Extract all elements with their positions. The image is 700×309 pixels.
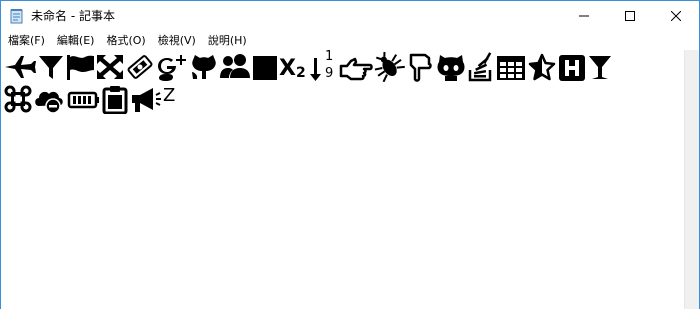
minimize-button[interactable] — [561, 1, 607, 31]
star-half-icon — [527, 52, 557, 82]
google-plus-icon — [155, 52, 189, 82]
stack-overflow-icon — [467, 52, 495, 82]
table-icon — [495, 52, 527, 82]
vertical-scrollbar[interactable] — [684, 50, 699, 309]
maximize-icon — [625, 11, 635, 21]
glyph-line-2: Z — [3, 82, 175, 114]
sort-numeric-down-icon: 1 9 — [309, 49, 339, 82]
flag-icon — [65, 52, 95, 82]
menu-file[interactable]: 檔案(F) — [1, 31, 50, 50]
clipboard-icon — [101, 84, 129, 114]
plane-icon — [3, 52, 37, 82]
hospital-h-icon — [557, 52, 587, 82]
sort-top-digit: 1 — [325, 49, 334, 64]
minimize-icon — [579, 15, 589, 17]
glyph-line-1: X2 1 9 — [3, 50, 613, 82]
menu-view[interactable]: 檢視(V) — [151, 31, 201, 50]
close-icon — [671, 11, 681, 21]
subscript-icon: X2 — [279, 52, 309, 82]
users-icon — [219, 52, 251, 82]
filter-icon — [37, 52, 65, 82]
maximize-button[interactable] — [607, 1, 653, 31]
hand-point-right-icon — [339, 52, 373, 82]
subscript-2: 2 — [295, 65, 306, 81]
ticket-icon — [125, 52, 155, 82]
close-button[interactable] — [653, 1, 699, 31]
title-bar[interactable]: 未命名 - 記事本 — [1, 1, 699, 31]
trailing-char: Z — [163, 85, 176, 106]
menu-bar: 檔案(F) 編輯(E) 格式(O) 檢視(V) 說明(H) — [1, 31, 699, 50]
hand-point-down-icon — [405, 52, 435, 82]
window-title: 未命名 - 記事本 — [31, 9, 115, 23]
notepad-window: 未命名 - 記事本 檔案(F) 編輯(E) 格式(O) 檢視(V) 說明(H) — [0, 0, 700, 309]
glass-icon — [587, 52, 613, 82]
subscript-x: X — [279, 56, 296, 81]
arrows-expand-icon — [95, 52, 125, 82]
megaphone-icon — [129, 84, 163, 114]
text-editor-area[interactable]: X2 1 9 Z — [1, 50, 684, 309]
bug-icon — [373, 52, 405, 82]
github-cat-icon — [435, 52, 467, 82]
battery-icon — [67, 84, 101, 114]
menu-format[interactable]: 格式(O) — [99, 31, 150, 50]
menu-help[interactable]: 說明(H) — [201, 31, 252, 50]
sort-bottom-digit: 9 — [325, 66, 334, 81]
command-icon — [3, 84, 33, 114]
github-alt-icon — [189, 52, 219, 82]
cloud-minus-icon — [33, 84, 67, 114]
notepad-icon — [9, 8, 25, 24]
square-icon — [251, 52, 279, 82]
menu-edit[interactable]: 編輯(E) — [50, 31, 100, 50]
